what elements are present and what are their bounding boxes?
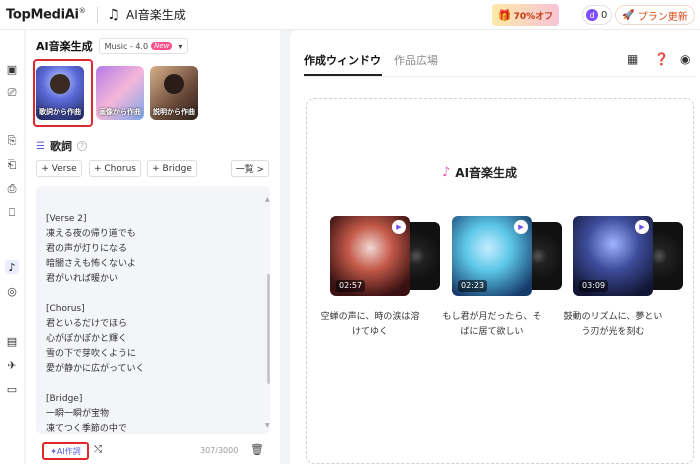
- lyrics-scrollbar[interactable]: [267, 194, 270, 426]
- new-badge: New: [151, 42, 173, 50]
- icon-rail: ▣ ⎚ ⎘ ⎗ ⎙ ⎕ ♪ ◎ ▤ ✈ ▭: [0, 30, 24, 464]
- lyric-line: [46, 287, 145, 302]
- left-panel: AI音楽生成 Music - 4.0 New ▾ 歌詞から作曲 画像から作曲 説…: [26, 30, 303, 464]
- model-select[interactable]: Music - 4.0 New ▾: [98, 38, 189, 54]
- task-list-icon[interactable]: ▦: [627, 52, 638, 66]
- mode-card-label: 画像から作曲: [99, 108, 141, 116]
- lyric-line: [Bridge]: [46, 394, 83, 404]
- scroll-down-icon[interactable]: ▼: [265, 422, 270, 429]
- upgrade-label: プラン更新: [637, 11, 688, 23]
- sparkle-icon: ✦: [50, 446, 57, 456]
- tab-works-plaza[interactable]: 作品広場: [394, 52, 438, 68]
- lyrics-icon: ☰: [36, 140, 45, 152]
- panel-header: AI音楽生成 Music - 4.0 New ▾: [36, 38, 189, 54]
- gallery-icon[interactable]: ▤: [5, 334, 19, 348]
- rocket-icon: 🚀: [622, 9, 635, 21]
- upgrade-button[interactable]: 🚀 プラン更新: [615, 5, 695, 25]
- credits-value: 0: [601, 9, 608, 21]
- music-note-icon: ♪: [442, 165, 451, 180]
- lyrics-header: ☰ 歌詞 ?: [36, 138, 87, 154]
- mode-card-image[interactable]: 画像から作曲: [96, 66, 144, 120]
- folder-icon[interactable]: ▭: [5, 382, 19, 396]
- tab-divider: [304, 76, 696, 77]
- mode-card-description[interactable]: 説明から作曲: [150, 66, 198, 120]
- gift-icon: 🎁: [497, 8, 512, 22]
- ai-lyrics-button[interactable]: ✦ AI作詞: [42, 442, 89, 460]
- generation-title-text: AI音楽生成: [455, 166, 518, 180]
- lyric-line: 凍える夜の帰り道でも: [46, 229, 136, 239]
- rocket-icon[interactable]: ✈: [5, 358, 19, 372]
- tab-create-window[interactable]: 作成ウィンドウ: [304, 52, 381, 68]
- disc-icon[interactable]: ◎: [5, 284, 19, 298]
- lyric-line: [46, 377, 145, 392]
- lyric-line: 君といるだけでほら: [46, 319, 128, 329]
- add-chorus-button[interactable]: + Chorus: [89, 160, 141, 177]
- divider: [97, 6, 99, 23]
- lyric-line: 凍てつく季節の中で: [46, 424, 127, 434]
- help-icon[interactable]: ?: [76, 141, 87, 151]
- promo-text: 70%オフ: [513, 11, 554, 22]
- music-note-icon: ♫: [107, 6, 120, 23]
- lyrics-textarea[interactable]: [Verse 2] 凍える夜の帰り道でも 君の声が灯りになる 暗闇さえも怖くない…: [36, 186, 270, 434]
- promo-badge[interactable]: 🎁 70%オフ: [492, 4, 559, 26]
- song-duration: 03:09: [579, 280, 609, 292]
- song-duration: 02:57: [336, 280, 366, 292]
- app-title: AI音楽生成: [125, 8, 186, 22]
- help-icon[interactable]: ❓: [654, 52, 669, 66]
- tts-icon[interactable]: ▣: [5, 62, 19, 76]
- lyric-line: 愛が静かに広がっていく: [46, 364, 145, 374]
- play-icon[interactable]: ▶: [514, 220, 528, 234]
- scroll-thumb[interactable]: [267, 274, 270, 384]
- lyric-line: 一瞬一瞬が宝物: [46, 409, 110, 419]
- list-button[interactable]: 一覧 >: [231, 160, 269, 177]
- play-icon[interactable]: ▶: [635, 220, 649, 234]
- right-panel: 作成ウィンドウ 作品広場 ▦ ❓ ◉ ♪ AI音楽生成 ▶ 02:57 空蝉の声…: [290, 30, 700, 464]
- song-duration: 02:23: [458, 280, 488, 292]
- mode-card-lyrics[interactable]: 歌詞から作曲: [36, 66, 84, 120]
- panel-title: AI音楽生成: [36, 40, 93, 53]
- voice-file-icon[interactable]: ⎕: [5, 206, 19, 220]
- discord-icon[interactable]: ◉: [680, 52, 690, 66]
- lyric-line: 暗闇さえも怖くないよ: [46, 259, 136, 269]
- lyric-line: 雪の下で芽吹くように: [46, 349, 137, 359]
- add-bridge-button[interactable]: + Bridge: [147, 160, 197, 177]
- song-description: もし君が月だったら、そばに居て欲しい: [442, 312, 542, 337]
- lyric-line: 君がいれば暖かい: [46, 274, 119, 284]
- song-description: 鼓動のリズムに、夢という刃が光を刻む: [563, 312, 663, 337]
- lyric-line: 心がぽかぽかと輝く: [46, 334, 128, 344]
- brand-logo[interactable]: TopMediAi®: [6, 7, 86, 22]
- generation-title: ♪ AI音楽生成: [442, 164, 517, 181]
- song-description: 空蝉の声に、時の涙は溶けてゆく: [320, 312, 420, 337]
- singer-image: [50, 74, 70, 94]
- model-label: Music - 4.0: [104, 41, 149, 51]
- lyrics-title: 歌詞: [49, 140, 72, 153]
- music-icon[interactable]: ♪: [5, 260, 19, 274]
- chevron-down-icon: ▾: [178, 41, 183, 51]
- credits-counter[interactable]: d 0: [582, 5, 612, 25]
- lyric-line: [Chorus]: [46, 304, 85, 314]
- document-icon[interactable]: ⎘: [5, 134, 19, 148]
- add-verse-button[interactable]: + Verse: [36, 160, 82, 177]
- coin-icon: d: [586, 9, 598, 21]
- singer-image: [164, 74, 184, 94]
- lyrics-lines: [Verse 2] 凍える夜の帰り道でも 君の声が灯りになる 暗闇さえも怖くない…: [46, 212, 145, 437]
- mode-card-label: 説明から作曲: [153, 108, 195, 116]
- video-icon[interactable]: ⎚: [5, 86, 19, 100]
- shuffle-icon[interactable]: ⤭: [94, 444, 102, 455]
- char-count: 307/3000: [200, 446, 239, 455]
- play-icon[interactable]: ▶: [392, 220, 406, 234]
- ai-lyrics-label: AI作詞: [56, 446, 81, 456]
- file-audio-icon[interactable]: ⎗: [5, 158, 19, 172]
- clip-icon[interactable]: ⎙: [5, 182, 19, 196]
- lyric-line: [Verse 2]: [46, 214, 87, 224]
- lyric-line: 君の声が灯りになる: [46, 244, 128, 254]
- mode-card-label: 歌詞から作曲: [39, 108, 81, 116]
- trash-icon[interactable]: 🗑: [250, 443, 264, 456]
